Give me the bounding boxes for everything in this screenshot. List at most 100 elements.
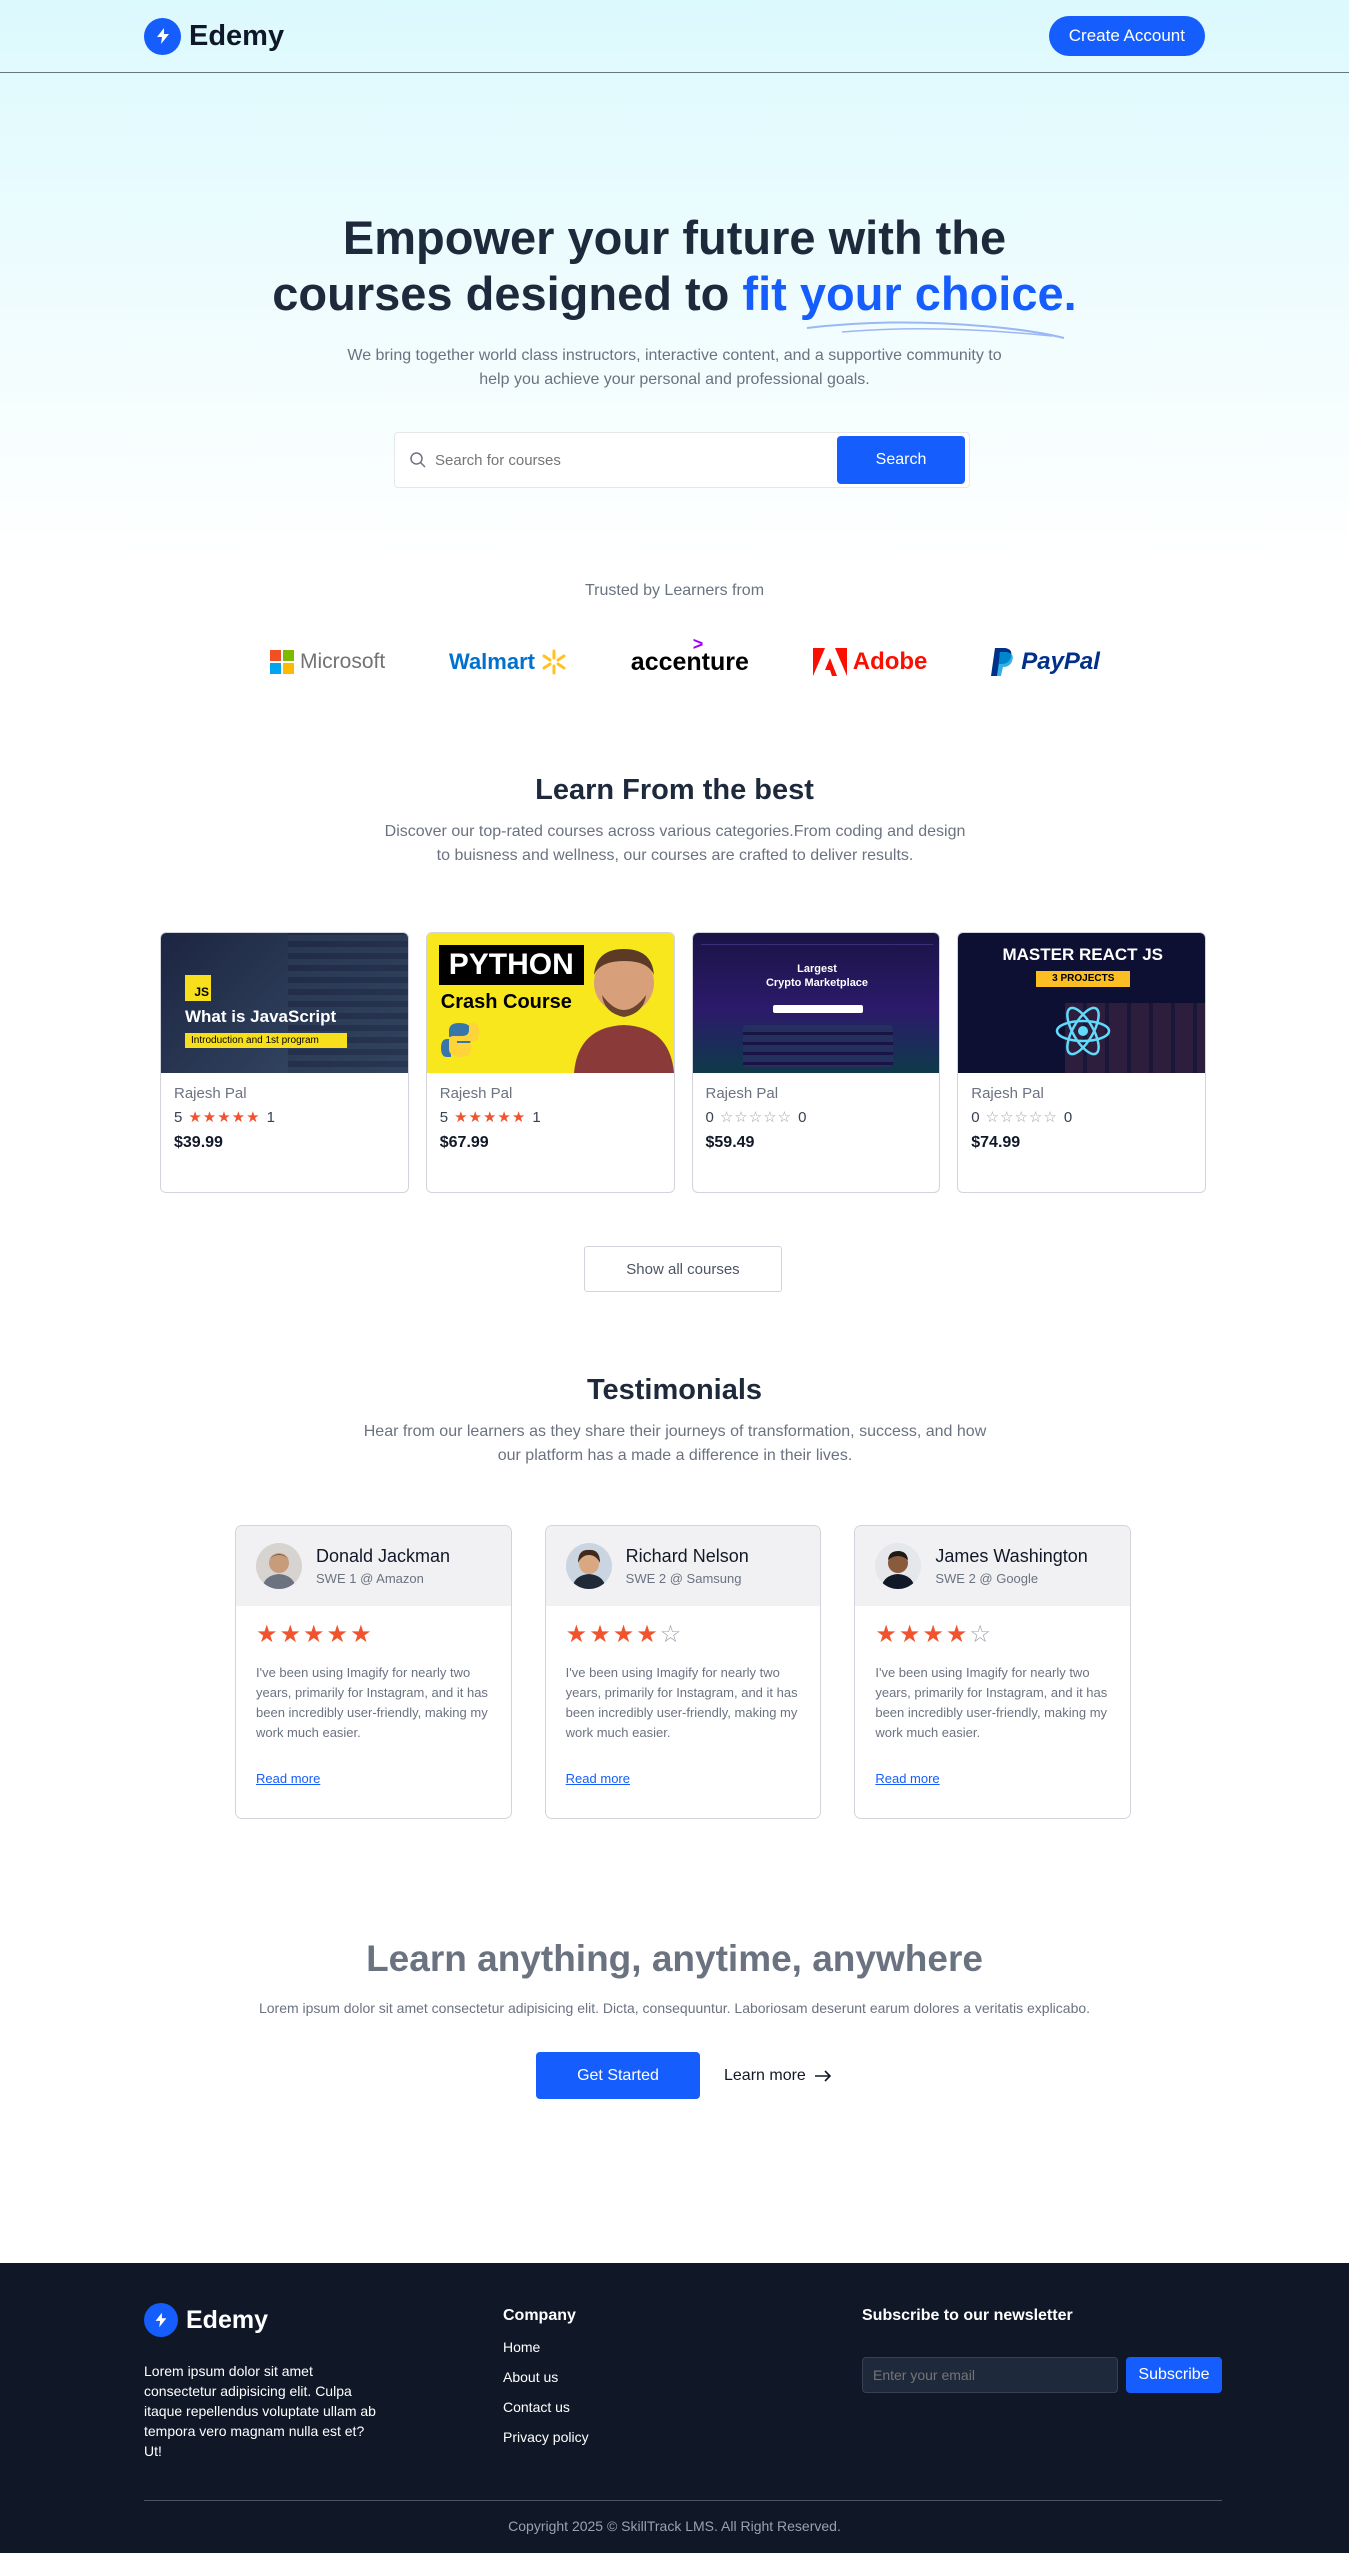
course-card[interactable]: MASTER REACT JS 3 PROJECTS Rajesh Pal 0 ☆…: [957, 932, 1206, 1193]
accenture-mark-icon: >: [692, 633, 704, 654]
avatar: [256, 1543, 302, 1589]
course-thumbnail: Largest Crypto Marketplace: [692, 933, 940, 1073]
course-card[interactable]: PYTHON Crash Course Rajesh Pal 5 ★★★★★ 1 $…: [425, 932, 675, 1193]
read-more-link[interactable]: Read more: [875, 1771, 939, 1786]
footer-company-title: Company: [503, 2307, 576, 2324]
course-price: $39.99: [174, 1134, 223, 1151]
footer-newsletter-column: Subscribe to our newsletter Subscribe: [862, 2307, 1222, 2393]
rating-count: 1: [266, 1108, 275, 1126]
testimonial-card: James Washington SWE 2 @ Google ★★★★☆ I'v…: [854, 1525, 1132, 1819]
thumb-title: Largest: [797, 963, 837, 975]
star-rating-icons: ★★★★★: [256, 1621, 374, 1648]
course-grid: JS What is JavaScript Introduction and 1…: [160, 932, 1206, 1193]
star-icons: ☆☆☆☆☆: [719, 1109, 793, 1126]
footer-description: Lorem ipsum dolor sit amet consectetur a…: [144, 2363, 376, 2459]
thumb-title: MASTER REACT JS: [1002, 945, 1164, 964]
footer-brand-name: Edemy: [186, 2305, 268, 2334]
footer-link-about[interactable]: About us: [503, 2369, 589, 2385]
testimonials-title: Testimonials: [586, 1374, 763, 1406]
show-all-courses-button[interactable]: Show all courses: [584, 1246, 782, 1292]
star-icons: ★★★★★: [188, 1109, 261, 1126]
search-input[interactable]: [427, 440, 837, 480]
react-logo-icon: [1056, 1006, 1111, 1056]
testimonial-header: Richard Nelson SWE 2 @ Samsung: [545, 1526, 821, 1606]
course-body: Rajesh Pal 5 ★★★★★ 1 $39.99: [161, 1073, 408, 1164]
testimonial-text: I've been using Imagify for nearly two y…: [565, 1665, 798, 1740]
avatar: [875, 1543, 922, 1589]
rating-value: 5: [439, 1108, 449, 1126]
testimonial-name: Richard Nelson: [625, 1546, 749, 1566]
testimonial-grid: Donald Jackman SWE 1 @ Amazon ★★★★★ I've …: [235, 1525, 1132, 1819]
newsletter-form: Subscribe: [862, 2357, 1222, 2393]
footer-divider: [144, 2500, 1222, 2501]
footer-brand-column: Edemy Lorem ipsum dolor sit amet consect…: [144, 2303, 384, 2461]
cta-subtitle: Lorem ipsum dolor sit amet consectetur a…: [258, 2000, 1091, 2016]
subscribe-button[interactable]: Subscribe: [1126, 2357, 1222, 2393]
learn-more-label: Learn more: [724, 2066, 806, 2084]
courses-title: Learn From the best: [535, 774, 814, 806]
testimonial-role: SWE 2 @ Google: [935, 1571, 1039, 1586]
thumb-subtitle: Introduction and 1st program: [185, 1033, 347, 1048]
course-thumbnail: JS What is JavaScript Introduction and 1…: [161, 933, 408, 1073]
rating-count: 0: [1063, 1108, 1073, 1126]
brand-logo[interactable]: Edemy: [144, 17, 285, 55]
get-started-button[interactable]: Get Started: [536, 2052, 700, 2099]
course-thumbnail: PYTHON Crash Course: [426, 933, 674, 1073]
paypal-name: PayPal: [1021, 648, 1100, 675]
adobe-name: Adobe: [852, 648, 928, 675]
testimonial-header: Donald Jackman SWE 1 @ Amazon: [236, 1526, 511, 1606]
rating-count: 1: [532, 1108, 541, 1126]
instructor-photo-icon: [573, 949, 674, 1073]
paypal-logo: PayPal: [991, 648, 1100, 676]
testimonial-body: ★★★★☆ I've been using Imagify for nearly…: [855, 1606, 1130, 1802]
lightning-icon: [144, 2303, 178, 2337]
cta-buttons: Get Started Learn more: [536, 2052, 832, 2099]
footer-brand[interactable]: Edemy: [144, 2303, 384, 2337]
star-rating-icons: ★★★★☆: [565, 1621, 684, 1648]
footer-link-home[interactable]: Home: [503, 2339, 589, 2355]
rating-value: 0: [971, 1108, 980, 1126]
star-icons: ★★★★★: [454, 1109, 527, 1126]
learn-more-button[interactable]: Learn more: [724, 2067, 832, 2085]
testimonial-text: I've been using Imagify for nearly two y…: [875, 1665, 1108, 1740]
thumb-subtitle: Crash Course: [440, 991, 572, 1013]
accenture-name: accenture: [630, 647, 749, 676]
microsoft-name: Microsoft: [300, 650, 386, 673]
js-badge-icon: JS: [185, 975, 211, 1001]
course-author: Rajesh Pal: [439, 1085, 513, 1102]
hero-subtitle: We bring together world class instructor…: [347, 347, 1002, 388]
search-bar: Search: [394, 432, 970, 488]
footer-link-privacy[interactable]: Privacy policy: [503, 2429, 589, 2445]
course-price: $67.99: [439, 1134, 489, 1151]
testimonial-body: ★★★★★ I've been using Imagify for nearly…: [236, 1606, 511, 1802]
testimonial-role: SWE 1 @ Amazon: [316, 1571, 424, 1586]
spark-icon: [542, 649, 566, 675]
python-logo-icon: [440, 1023, 479, 1057]
course-body: Rajesh Pal 0 ☆☆☆☆☆ 0 $74.99: [958, 1073, 1205, 1164]
walmart-name: Walmart: [449, 649, 535, 674]
footer-link-contact[interactable]: Contact us: [503, 2399, 589, 2415]
thumb-title: PYTHON: [438, 945, 584, 985]
rating-count: 0: [798, 1108, 807, 1126]
read-more-link[interactable]: Read more: [256, 1771, 320, 1786]
course-card[interactable]: JS What is JavaScript Introduction and 1…: [160, 932, 409, 1193]
brand-name: Edemy: [189, 19, 285, 52]
newsletter-email-input[interactable]: [862, 2357, 1118, 2393]
thumb-subtitle: 3 PROJECTS: [1036, 971, 1131, 987]
course-card[interactable]: Largest Crypto Marketplace Rajesh Pal 0 ☆…: [691, 932, 941, 1193]
microsoft-icon: [270, 650, 294, 674]
accenture-logo: > accenture: [630, 634, 749, 677]
adobe-logo: Adobe: [812, 648, 928, 676]
read-more-link[interactable]: Read more: [566, 1771, 630, 1786]
footer: Edemy Lorem ipsum dolor sit amet consect…: [0, 2263, 1349, 2553]
hero-highlight-text: fit your choice.: [742, 267, 1077, 320]
testimonial-card: Donald Jackman SWE 1 @ Amazon ★★★★★ I've …: [235, 1525, 512, 1819]
cta-title: Learn anything, anytime, anywhere: [366, 1938, 983, 1979]
create-account-button[interactable]: Create Account: [1048, 16, 1205, 56]
hero-title-line1: Empower your future with the: [342, 211, 1007, 264]
search-button[interactable]: Search: [837, 436, 965, 484]
hero-title-highlight: fit your choice.: [742, 266, 1077, 339]
testimonial-role: SWE 2 @ Samsung: [625, 1571, 742, 1586]
course-price: $74.99: [971, 1134, 1021, 1151]
course-body: Rajesh Pal 5 ★★★★★ 1 $67.99: [427, 1073, 674, 1164]
